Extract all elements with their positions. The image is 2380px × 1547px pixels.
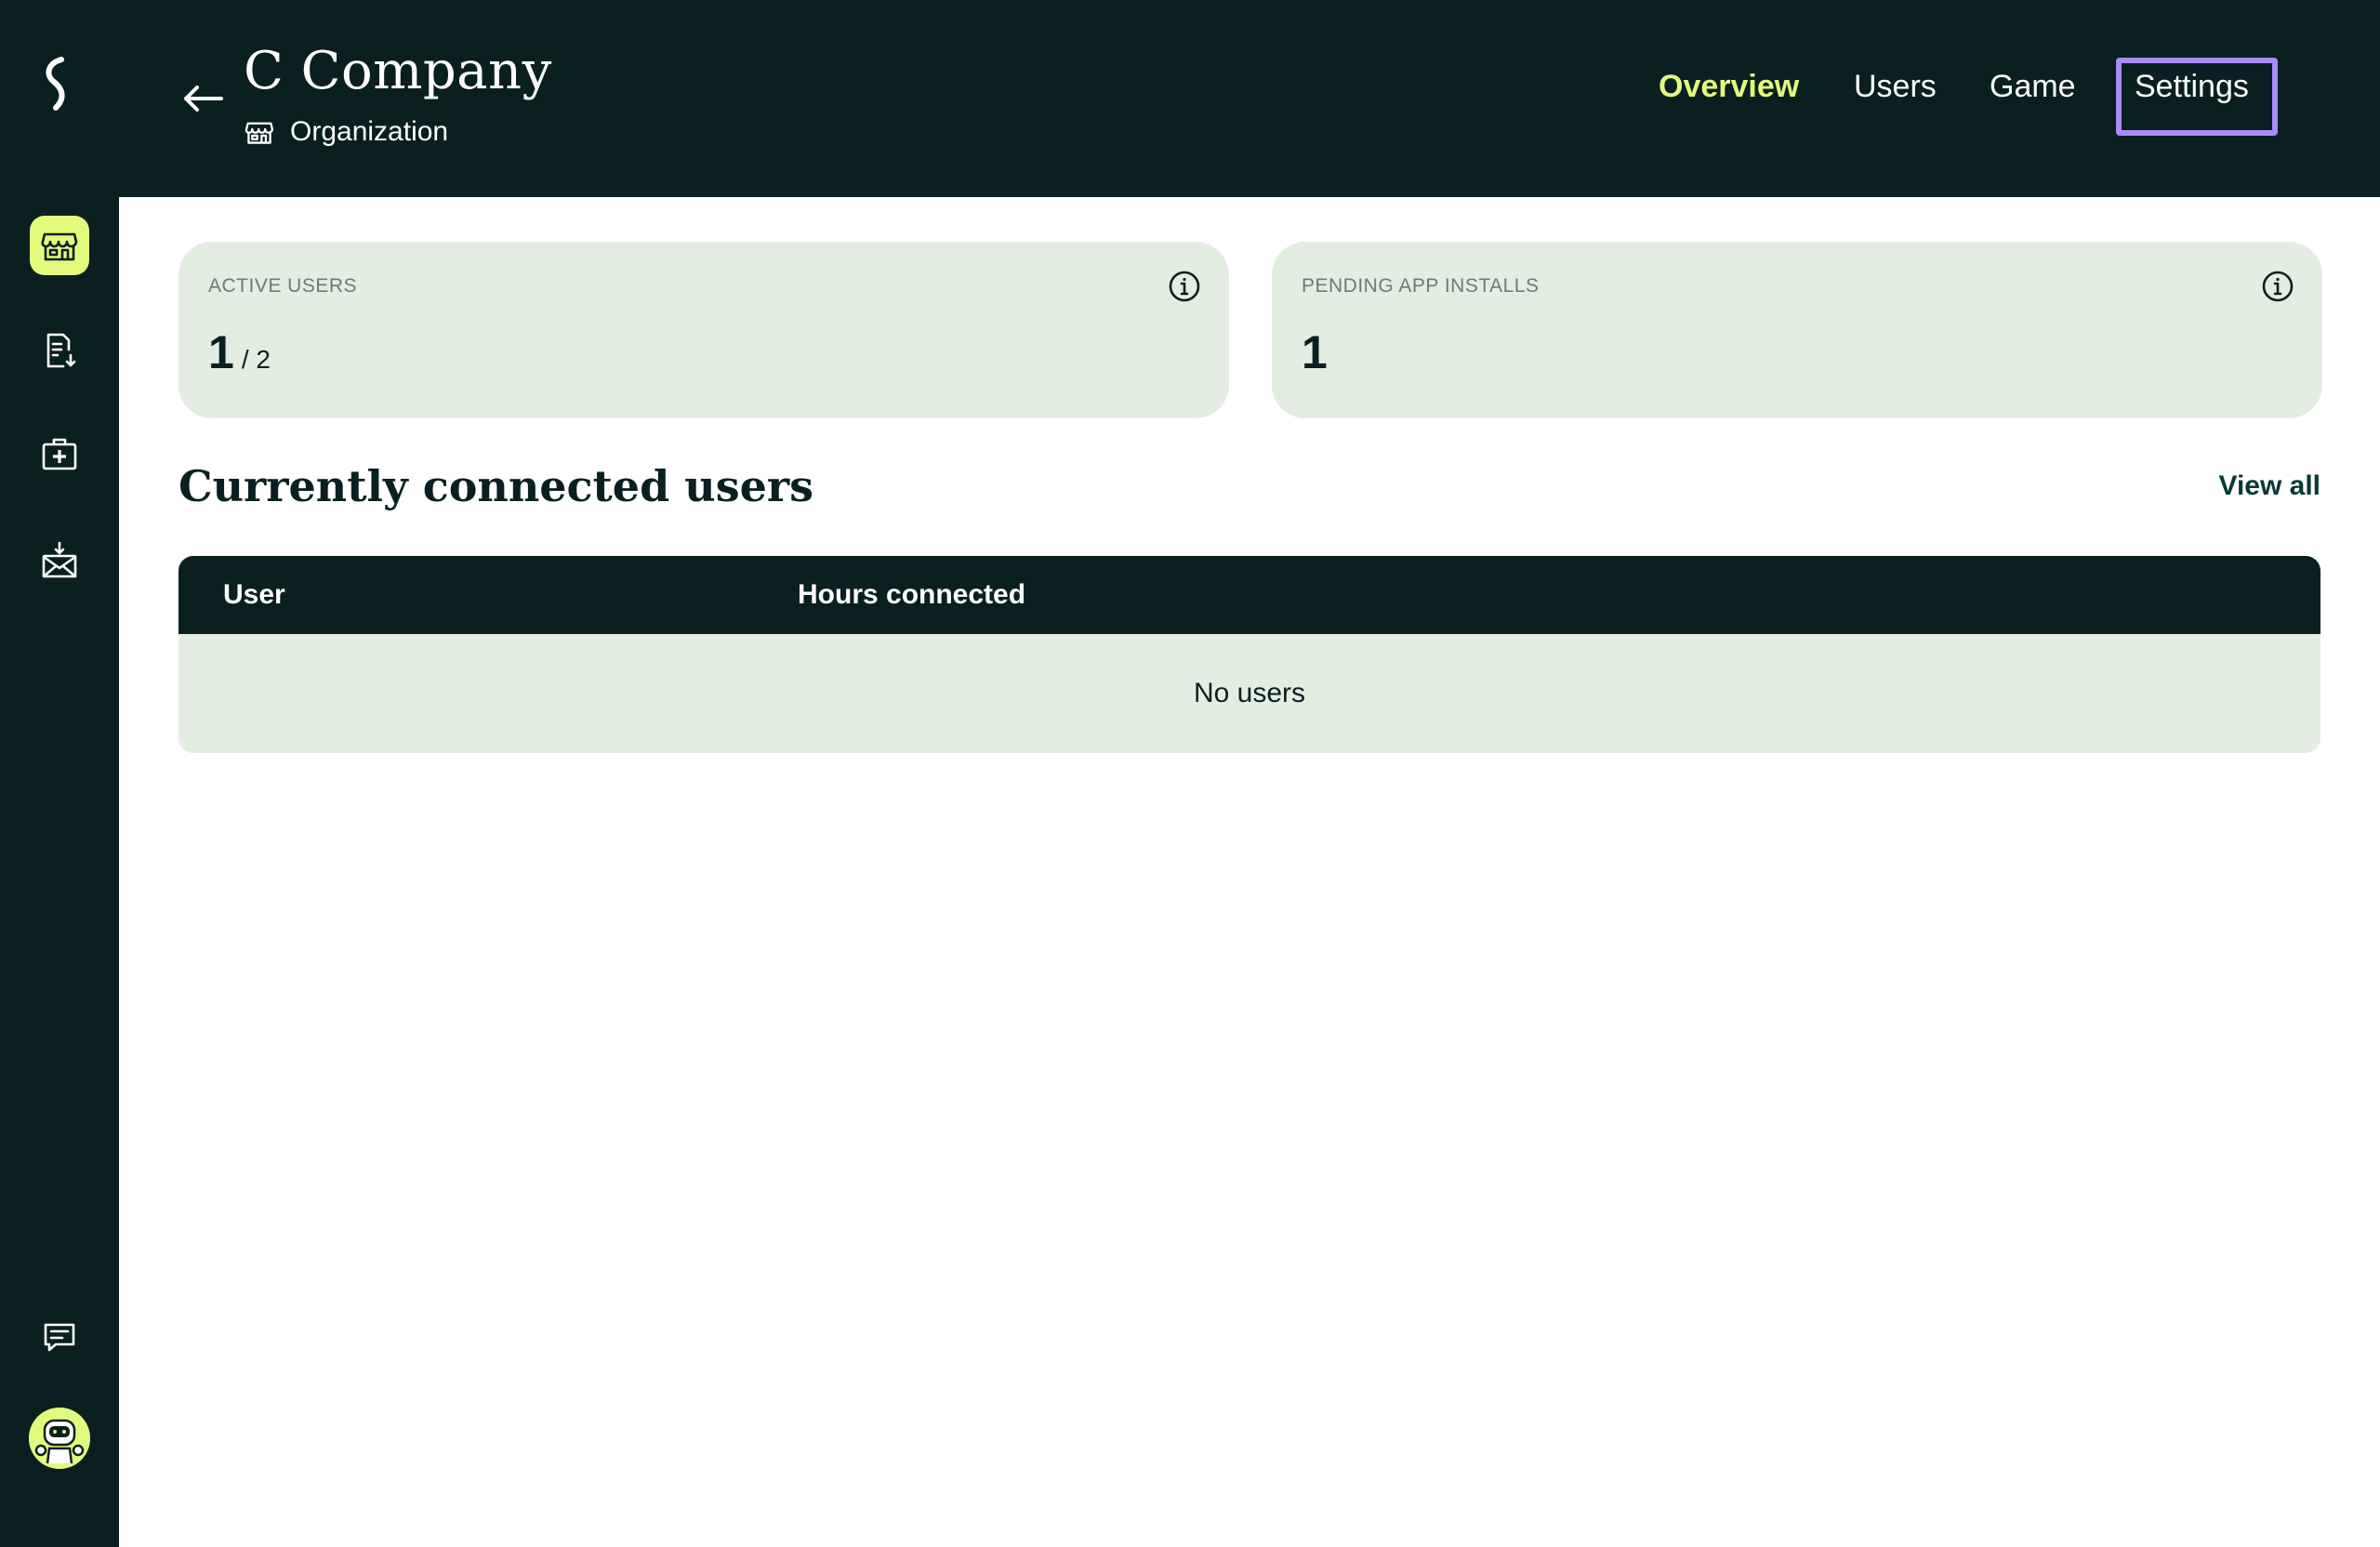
pending-installs-label: PENDING APP INSTALLS	[1302, 275, 1540, 297]
page-title: C Company	[244, 41, 552, 101]
pending-installs-card: PENDING APP INSTALLS 1	[1272, 242, 2322, 418]
organization-subtitle: Organization	[244, 112, 448, 152]
page-header: C Company Organization Overview Users Ga…	[119, 0, 2380, 197]
tab-game[interactable]: Game	[1990, 61, 2076, 112]
active-users-value: 1/ 2	[208, 325, 271, 379]
mail-inbox-icon	[42, 541, 77, 578]
tab-overview[interactable]: Overview	[1659, 61, 1799, 112]
sidebar-item-health[interactable]	[30, 424, 89, 483]
table-empty-state: No users	[1193, 678, 1306, 708]
app-root: C Company Organization Overview Users Ga…	[0, 0, 2380, 1547]
storefront-icon	[245, 122, 274, 144]
table-header: User Hours connected	[178, 556, 2320, 634]
info-icon[interactable]	[1168, 270, 1201, 303]
active-users-total: / 2	[241, 345, 271, 374]
document-download-icon	[46, 333, 76, 368]
chat-icon	[44, 1323, 75, 1352]
column-header-user[interactable]: User	[223, 556, 285, 634]
sidebar-item-inbox[interactable]	[30, 530, 89, 589]
column-header-hours[interactable]: Hours connected	[798, 556, 1025, 634]
pending-installs-value: 1	[1302, 326, 1328, 378]
active-users-label: ACTIVE USERS	[208, 275, 358, 297]
back-arrow-icon[interactable]	[175, 74, 231, 121]
user-avatar[interactable]	[29, 1408, 90, 1469]
info-icon[interactable]	[2261, 270, 2294, 303]
logo-icon[interactable]	[37, 54, 82, 113]
robot-avatar-icon	[29, 1408, 90, 1469]
active-users-count: 1	[208, 326, 234, 378]
storefront-icon	[41, 232, 78, 261]
view-all-link[interactable]: View all	[2218, 470, 2320, 502]
sidebar-item-messages[interactable]	[30, 1307, 89, 1367]
active-users-card: ACTIVE USERS 1/ 2	[178, 242, 1229, 418]
connected-users-table: User Hours connected No users	[178, 556, 2320, 753]
subtitle-label: Organization	[290, 116, 449, 147]
section-title: Currently connected users	[178, 461, 813, 511]
tab-settings[interactable]: Settings	[2135, 61, 2249, 112]
tab-users[interactable]: Users	[1854, 61, 1937, 112]
sidebar-item-reports[interactable]	[30, 320, 89, 379]
medical-kit-icon	[42, 438, 77, 470]
sidebar	[0, 0, 119, 1547]
sidebar-item-organization[interactable]	[30, 216, 89, 275]
